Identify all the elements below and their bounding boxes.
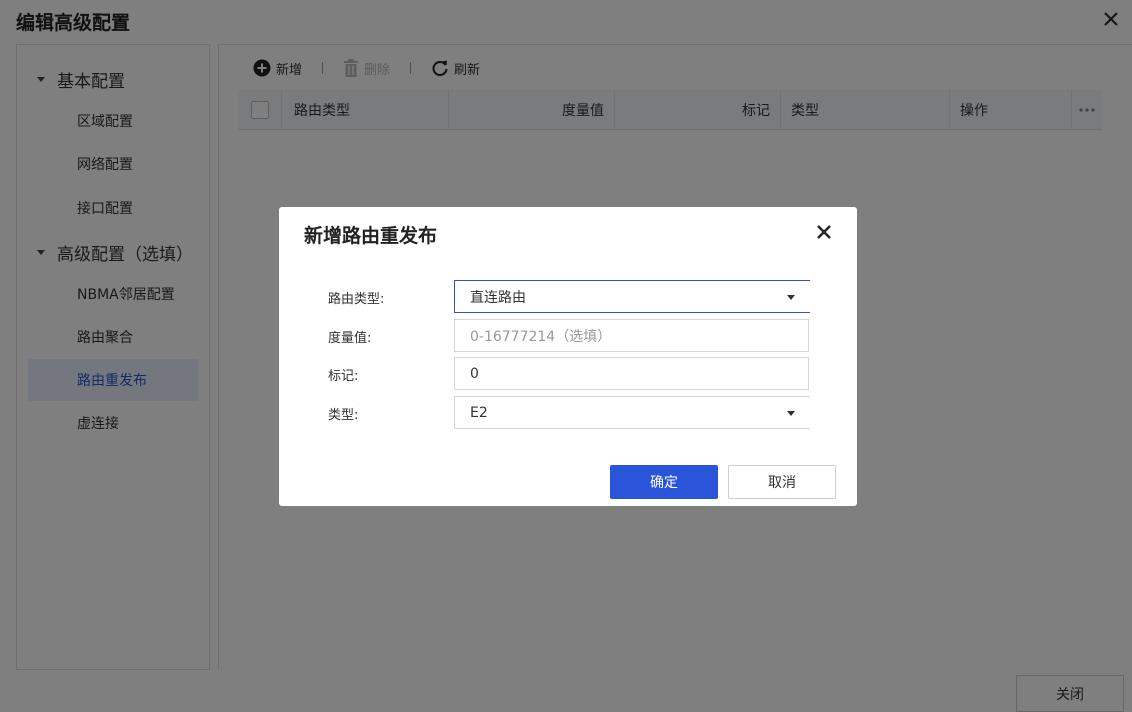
caret-down-icon — [787, 295, 795, 300]
route-type-select[interactable]: 直连路由 — [454, 280, 810, 313]
metric-input[interactable]: 0-16777214（选填） — [454, 319, 809, 352]
add-route-redistribution-dialog: 新增路由重发布 路由类型: 直连路由 度量值: 0-16777214（选填） 标… — [279, 207, 857, 506]
close-icon[interactable] — [814, 222, 834, 242]
dialog-title: 新增路由重发布 — [304, 225, 438, 247]
type-select[interactable]: E2 — [454, 396, 810, 429]
tag-value: 0 — [470, 365, 479, 382]
route-type-label: 路由类型: — [328, 292, 385, 307]
route-type-value: 直连路由 — [470, 289, 526, 306]
type-value: E2 — [470, 404, 488, 421]
type-label: 类型: — [328, 408, 359, 423]
cancel-button[interactable]: 取消 — [728, 465, 836, 499]
metric-placeholder: 0-16777214（选填） — [470, 328, 612, 345]
tag-label: 标记: — [328, 369, 359, 384]
tag-input[interactable]: 0 — [454, 357, 809, 390]
confirm-button[interactable]: 确定 — [610, 465, 718, 499]
caret-down-icon — [787, 411, 795, 416]
metric-label: 度量值: — [328, 331, 372, 346]
